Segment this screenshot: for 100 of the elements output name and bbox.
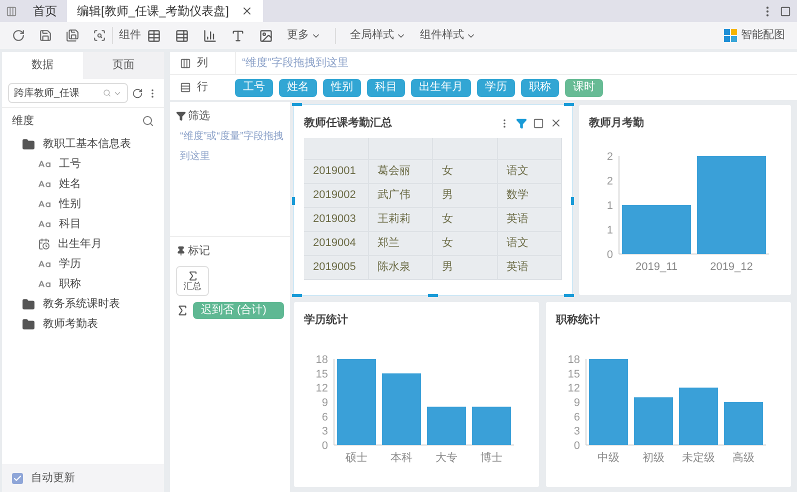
tree-item[interactable]: 教职工基本信息表 <box>2 134 164 154</box>
tree-item[interactable]: 工号 <box>2 154 164 174</box>
component-label: 组件 <box>119 28 141 44</box>
table-cell: 葛会丽 <box>368 160 433 183</box>
tiles-icon <box>724 29 737 42</box>
table-cell: 王莉莉 <box>368 208 433 231</box>
x-tick-label: 初级 <box>642 452 664 464</box>
tree-item[interactable]: 职称 <box>2 274 164 294</box>
table-cell: 2019002 <box>304 184 368 207</box>
resize-handle[interactable] <box>571 197 574 205</box>
x-tick-label: 大专 <box>436 452 458 464</box>
resize-handle[interactable] <box>292 294 302 297</box>
sigma-icon <box>186 270 198 282</box>
tree-item[interactable]: 教务系统课时表 <box>2 294 164 314</box>
bar-chart-icon[interactable] <box>203 28 217 42</box>
more-dropdown[interactable]: 更多 <box>287 27 321 44</box>
table-cell: 语文 <box>498 160 562 183</box>
resize-handle[interactable] <box>564 294 574 297</box>
y-tick-label: 0 <box>606 248 613 260</box>
refresh-icon[interactable] <box>12 29 25 42</box>
shelf-label: 行 <box>197 80 208 96</box>
table-cell: 男 <box>433 184 498 207</box>
table-cell: 2019003 <box>304 208 368 231</box>
image-icon[interactable] <box>259 28 273 42</box>
x-tick-label: 高级 <box>732 452 754 464</box>
bar <box>382 372 421 444</box>
table-cell: 男 <box>433 256 498 279</box>
y-tick-label: 9 <box>574 396 580 408</box>
table-icon[interactable] <box>175 28 189 42</box>
x-tick-label: 2019_12 <box>710 260 753 272</box>
y-tick-label: 1 <box>606 224 613 236</box>
search-icon <box>103 89 111 97</box>
global-style-dropdown[interactable]: 全局样式 <box>350 27 406 44</box>
text-box-icon[interactable] <box>231 28 245 42</box>
search-icon[interactable] <box>142 115 154 127</box>
y-tick-label: 2 <box>606 150 613 162</box>
x-tick-label: 中级 <box>598 452 620 464</box>
grip-icon[interactable] <box>6 6 17 16</box>
y-tick-label: 9 <box>322 396 328 408</box>
y-tick-label: 15 <box>316 368 328 380</box>
filter-icon <box>176 111 186 122</box>
checkbox[interactable] <box>12 472 23 484</box>
filter-title: 筛选 <box>188 109 210 124</box>
save-icon[interactable] <box>39 29 52 42</box>
maximize-icon[interactable] <box>533 118 544 128</box>
preview-icon[interactable] <box>93 29 106 42</box>
resize-handle[interactable] <box>564 103 574 106</box>
pin-icon <box>176 246 186 256</box>
tree-item[interactable]: 姓名 <box>2 174 164 194</box>
sigma-icon <box>176 304 189 316</box>
shelf-label: 列 <box>197 56 208 71</box>
tree-item[interactable]: 学历 <box>2 254 164 274</box>
component-style-dropdown[interactable]: 组件样式 <box>420 27 476 44</box>
folder-icon <box>22 138 35 150</box>
tree-item[interactable]: 教师考勤表 <box>2 314 164 334</box>
tree-item[interactable]: 出生年月 <box>2 234 164 254</box>
card-title: 教师月考勤 <box>589 116 645 131</box>
maximize-icon[interactable] <box>780 6 791 16</box>
smart-chart-button[interactable]: 智能配图 <box>724 27 785 44</box>
table-cell: 2019005 <box>304 256 368 279</box>
table-card[interactable]: 教师任课考勤汇总 2019001 葛会丽 女 语文 2019002 武广伟 男 数学 2019003 王莉莉 女 英语 2019004 郑兰 女 语文 2019005 陈水泉 男 英语 <box>294 105 572 295</box>
y-tick-label: 3 <box>322 425 328 438</box>
columns-icon <box>180 58 191 68</box>
dataset-select[interactable]: 跨库教师_任课 <box>8 83 128 103</box>
x-tick-label: 博士 <box>480 452 502 464</box>
table-cell: 女 <box>433 232 498 255</box>
y-tick-label: 3 <box>574 425 580 438</box>
close-icon[interactable] <box>241 5 254 17</box>
folder-icon <box>22 298 35 310</box>
y-tick-label: 0 <box>322 440 328 452</box>
resize-handle[interactable] <box>292 103 302 106</box>
table-cell: 郑兰 <box>368 232 433 255</box>
document-tab[interactable]: 编辑[教师_任课_考勤仪表盘] <box>67 0 264 22</box>
folder-icon <box>22 318 35 330</box>
bar <box>724 402 763 444</box>
table-cell: 英语 <box>498 256 562 279</box>
close-icon[interactable] <box>550 117 562 129</box>
tree-item[interactable]: 性别 <box>2 194 164 214</box>
resize-handle[interactable] <box>428 294 438 297</box>
save-as-icon[interactable] <box>66 29 79 42</box>
y-tick-label: 18 <box>568 354 580 366</box>
section-title: 维度 <box>12 114 34 129</box>
y-tick-label: 12 <box>316 382 328 394</box>
table-cell: 语文 <box>498 232 562 255</box>
resize-handle[interactable] <box>292 197 295 205</box>
marks-title: 标记 <box>188 244 210 259</box>
x-tick-label: 本科 <box>390 452 412 464</box>
filter-icon[interactable] <box>516 118 527 128</box>
table-cell: 女 <box>433 160 498 183</box>
bar <box>622 204 691 254</box>
panel-tab[interactable]: 页面 <box>83 52 164 79</box>
table-cell: 陈水泉 <box>368 256 433 279</box>
summary-button[interactable]: 汇总 <box>176 266 209 296</box>
refresh-icon[interactable] <box>132 88 143 98</box>
rows-icon <box>180 82 191 93</box>
table-icon[interactable] <box>147 28 161 42</box>
tree-item[interactable]: 科目 <box>2 214 164 234</box>
x-tick-label: 硕士 <box>346 452 368 464</box>
check-icon <box>13 474 22 482</box>
bar <box>679 387 718 444</box>
